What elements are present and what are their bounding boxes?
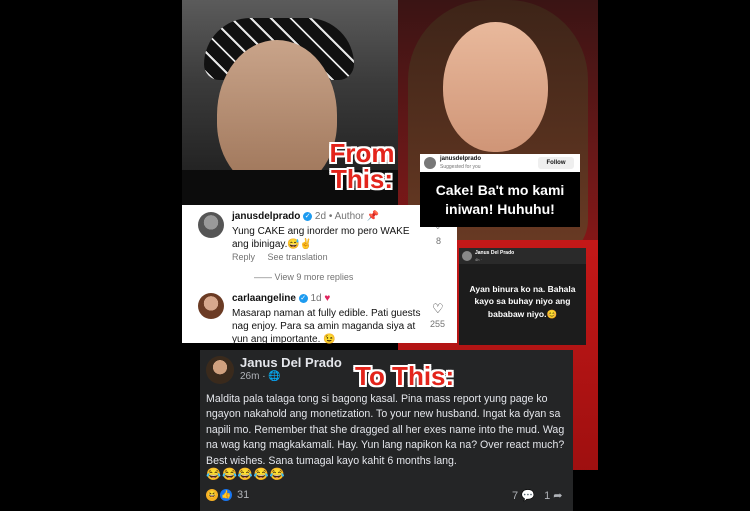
comment-age: 1d <box>310 293 322 304</box>
like-count: 8 <box>436 236 442 246</box>
comment-icon: 💬 <box>521 490 535 502</box>
post-meta: 4h · <box>475 257 482 262</box>
instagram-comments-card: janusdelprado ✓ 2d • Author 📌 Yung CAKE … <box>182 205 457 345</box>
verified-icon: ✓ <box>298 293 308 303</box>
pin-icon: 📌 <box>366 211 380 222</box>
see-translation-link[interactable]: See translation <box>268 252 328 262</box>
post-author[interactable]: Janus Del Prado <box>475 250 514 256</box>
share-icon: ➦ <box>553 490 563 502</box>
comment-username[interactable]: janusdelprado <box>232 211 300 222</box>
verified-icon: ✓ <box>303 211 313 221</box>
comment-username[interactable]: carlaangeline <box>232 293 296 304</box>
engagement-counts: 7 💬 1 ➦ <box>512 489 562 502</box>
mini-avatar-heart-icon: ♥ <box>324 293 331 304</box>
to-this-label: To This: <box>355 361 455 391</box>
cake-caption: Cake! Ba't mo kami iniwan! Huhuhu! <box>420 172 580 227</box>
avatar[interactable] <box>462 251 472 261</box>
comment-count[interactable]: 7 <box>512 490 518 502</box>
reactions-summary[interactable]: 😆 👍 31 <box>206 489 249 501</box>
haha-reaction-icon: 😆 <box>206 489 218 501</box>
reply-link[interactable]: Reply <box>232 252 255 262</box>
post-emojis: 😂😂😂😂😂 <box>206 467 286 481</box>
view-replies-link[interactable]: —— View 9 more replies <box>254 272 353 282</box>
suggested-account-bar: janusdelprado Suggested for you Follow <box>420 154 580 172</box>
avatar[interactable] <box>206 356 234 384</box>
comment-text: Yung CAKE ang inorder mo pero WAKE ang i… <box>232 226 410 250</box>
like-count: 255 <box>430 319 446 329</box>
share-count[interactable]: 1 <box>544 490 550 502</box>
comment-header: carlaangeline ✓ 1d ♥ <box>232 293 330 304</box>
post-message: Ayan binura ko na. Bahala kayo sa buhay … <box>469 284 576 319</box>
post-author[interactable]: Janus Del Prado <box>240 355 342 370</box>
post-text: Maldita pala talaga tong si bagong kasal… <box>206 393 565 467</box>
from-this-label: From This: <box>329 138 395 194</box>
heart-icon[interactable]: ♡ <box>432 301 444 317</box>
comment-header: janusdelprado ✓ 2d • Author 📌 <box>232 211 380 222</box>
post-meta: 26m · 🌐 <box>240 371 281 382</box>
comment-age: 2d <box>314 211 327 222</box>
like-reaction-icon: 👍 <box>220 489 232 501</box>
facebook-story-post: Janus Del Prado 4h · Ayan binura ko na. … <box>459 248 586 345</box>
avatar[interactable] <box>198 293 224 319</box>
comment-text: Masarap naman at fully edible. Pati gues… <box>232 308 421 345</box>
follow-button[interactable]: Follow <box>538 157 574 169</box>
avatar[interactable] <box>424 157 436 169</box>
suggested-username[interactable]: janusdelprado <box>440 156 481 162</box>
avatar[interactable] <box>198 212 224 238</box>
post-header: Janus Del Prado 4h · <box>459 248 586 264</box>
comment-actions: Reply See translation <box>232 252 328 262</box>
suggested-subtitle: Suggested for you <box>440 164 481 170</box>
reaction-count: 31 <box>237 489 250 501</box>
author-tag: Author <box>334 211 365 222</box>
